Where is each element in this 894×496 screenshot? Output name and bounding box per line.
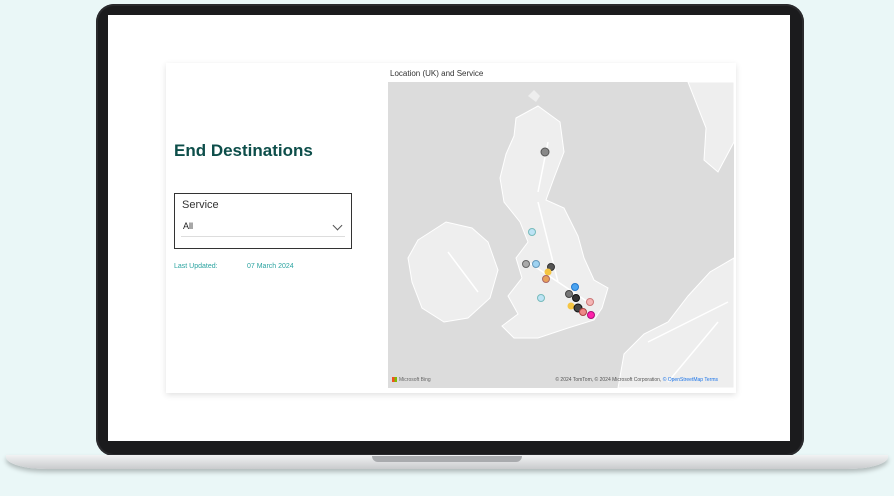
map-title: Location (UK) and Service	[390, 69, 484, 78]
service-dropdown[interactable]: All	[181, 218, 345, 237]
bing-logo: Microsoft Bing	[392, 377, 431, 383]
map-marker	[542, 275, 550, 283]
map-marker	[572, 294, 580, 302]
slicer-selected-value: All	[183, 221, 194, 231]
slicer-label: Service	[182, 199, 219, 211]
map-marker	[586, 298, 594, 306]
map-marker	[567, 302, 575, 310]
map-visual[interactable]: Microsoft Bing © 2024 TomTom, © 2024 Mic…	[388, 82, 734, 388]
page-title: End Destinations	[174, 141, 313, 160]
microsoft-logo-icon	[392, 377, 397, 383]
map-canvas[interactable]	[388, 82, 734, 388]
laptop-notch	[372, 456, 522, 462]
map-marker	[528, 228, 536, 236]
service-slicer[interactable]: Service All	[174, 193, 352, 249]
map-marker	[565, 290, 573, 298]
map-marker	[587, 311, 595, 319]
attribution-text: © 2024 TomTom, © 2024 Microsoft Corporat…	[555, 377, 663, 383]
last-updated-label: Last Updated:	[174, 263, 218, 270]
openstreetmap-link[interactable]: © OpenStreetMap	[663, 377, 703, 383]
terms-link[interactable]: Terms	[704, 377, 718, 383]
map-marker	[537, 294, 545, 302]
map-marker	[579, 308, 587, 316]
map-marker	[544, 268, 552, 276]
map-marker	[571, 283, 579, 291]
last-updated-value: 07 March 2024	[247, 263, 294, 270]
laptop-screen: End Destinations Service All Last Update…	[108, 15, 790, 441]
report-page: End Destinations Service All Last Update…	[166, 63, 736, 393]
ireland-landmass	[407, 221, 499, 323]
chevron-down-icon[interactable]	[332, 220, 343, 231]
map-marker	[540, 147, 550, 157]
map-attribution: © 2024 TomTom, © 2024 Microsoft Corporat…	[555, 377, 718, 383]
northern-isles	[528, 90, 540, 102]
map-marker	[522, 260, 530, 268]
provider-label: Microsoft Bing	[399, 377, 431, 383]
scandinavia-landmass	[687, 82, 734, 173]
map-marker	[532, 260, 540, 268]
